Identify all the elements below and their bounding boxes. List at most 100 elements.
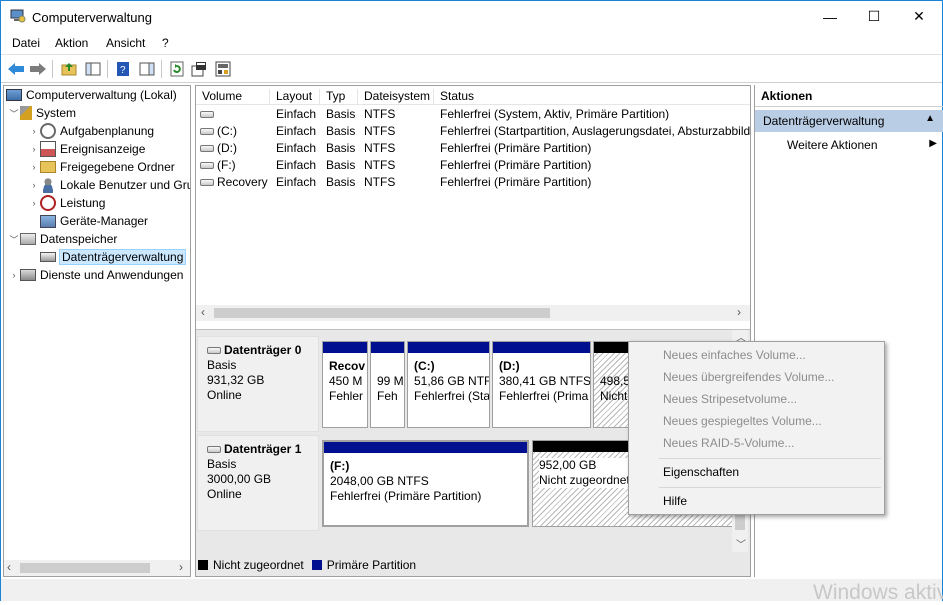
disk-settings-button[interactable] [213,59,233,79]
users-icon [40,177,56,193]
menu-datei[interactable]: Datei [12,36,40,50]
svg-text:?: ? [120,65,126,76]
menu-neues-raid5-volume[interactable]: Neues RAID-5-Volume... [663,436,794,450]
collapse-up-icon[interactable]: ▲ [925,113,935,124]
tree-item-ereignisanzeige[interactable]: › Ereignisanzeige [28,140,145,158]
scroll-left-icon[interactable]: ‹ [201,305,205,319]
maximize-button[interactable]: ☐ [851,1,897,32]
shared-folder-icon [40,161,56,173]
scroll-thumb[interactable] [214,308,550,318]
tree-item-freigegebene-ordner[interactable]: › Freigegebene Ordner [28,158,175,176]
chevron-right-icon[interactable]: › [28,180,40,190]
action-pane-button[interactable] [137,59,157,79]
chevron-down-icon[interactable]: ﹀ [8,107,20,120]
volume-list-scrollbar[interactable]: ‹ › [196,305,750,321]
close-button[interactable]: ✕ [896,1,942,32]
submenu-arrow-icon: ▶ [929,138,937,149]
actions-header: Aktionen [755,85,943,107]
clock-icon [40,123,56,139]
tree-item-aufgabenplanung[interactable]: › Aufgabenplanung [28,122,154,140]
forward-arrow-icon [30,63,46,75]
status-bar [1,579,942,601]
partition-c[interactable]: (C:) 51,86 GB NTF Fehlerfrei (Sta [407,341,490,428]
chevron-right-icon[interactable]: › [28,198,40,208]
menu-eigenschaften[interactable]: Eigenschaften [663,465,739,479]
volume-row[interactable]: (F:) Einfach Basis NTFS Fehlerfrei (Prim… [196,157,750,174]
volume-icon [200,179,214,187]
back-button[interactable] [6,59,26,79]
volume-icon [200,128,214,136]
volume-row[interactable]: Einfach Basis NTFS Fehlerfrei (System, A… [196,106,750,123]
menu-neues-uebergreifendes-volume[interactable]: Neues übergreifendes Volume... [663,370,834,384]
properties-button[interactable] [189,59,209,79]
menu-bar: Datei Aktion Ansicht ? [1,32,942,54]
window-title: Computerverwaltung [32,10,152,25]
menu-help[interactable]: ? [162,36,169,50]
properties-icon [191,62,206,77]
chevron-right-icon[interactable]: › [28,144,40,154]
activation-watermark: Windows aktiv [813,581,943,604]
column-dateisystem[interactable]: Dateisystem [358,89,434,105]
forward-button[interactable] [28,59,48,79]
scroll-right-icon[interactable]: › [179,560,183,574]
title-bar: Computerverwaltung — ☐ ✕ [1,1,942,32]
menu-ansicht[interactable]: Ansicht [106,36,145,50]
menu-hilfe[interactable]: Hilfe [663,494,687,508]
tree-datenspeicher[interactable]: ﹀ Datenspeicher [8,230,117,248]
chevron-right-icon[interactable]: › [28,162,40,172]
performance-icon [40,195,56,211]
actions-section-datentraegerverwaltung[interactable]: Datenträgerverwaltung ▲ [755,110,943,132]
disk-0-label[interactable]: Datenträger 0 Basis 931,32 GB Online [197,336,319,432]
context-menu: Neues einfaches Volume... Neues übergrei… [628,341,885,515]
computer-management-icon [6,89,22,101]
disk-settings-icon [215,61,231,77]
chevron-right-icon[interactable]: › [8,270,20,280]
show-hide-tree-button[interactable] [83,59,103,79]
scroll-right-icon[interactable]: › [737,305,741,319]
tree-item-leistung[interactable]: › Leistung [28,194,105,212]
tree-horizontal-scrollbar[interactable]: ‹ › [4,560,190,576]
tree-item-datentraegerverwaltung[interactable]: Datenträgerverwaltung [28,248,187,266]
device-manager-icon [40,214,56,228]
menu-neues-stripesetvolume[interactable]: Neues Stripesetvolume... [663,392,797,406]
volume-icon [200,162,214,170]
help-button[interactable]: ? [113,59,133,79]
column-typ[interactable]: Typ [320,89,358,105]
disk-icon [207,446,221,454]
action-pane-icon [139,62,155,76]
scroll-left-icon[interactable]: ‹ [7,560,11,574]
partition-f[interactable]: (F:) 2048,00 GB NTFS Fehlerfrei (Primäre P… [322,440,529,527]
refresh-button[interactable] [167,59,187,79]
tree-system[interactable]: ﹀ System [8,104,76,122]
tree-dienste[interactable]: › Dienste und Anwendungen [8,266,184,284]
event-viewer-icon [40,141,56,157]
partition-d[interactable]: (D:) 380,41 GB NTFS Fehlerfrei (Prima [492,341,591,428]
scroll-down-icon[interactable]: ﹀ [736,536,746,551]
minimize-button[interactable]: — [807,1,853,32]
menu-neues-gespiegeltes-volume[interactable]: Neues gespiegeltes Volume... [663,414,822,428]
up-folder-button[interactable] [59,59,79,79]
tree-root[interactable]: Computerverwaltung (Lokal) [6,86,177,104]
computer-management-icon [10,9,26,23]
menu-aktion[interactable]: Aktion [55,36,88,50]
volume-row[interactable]: Recovery Einfach Basis NTFS Fehlerfrei (… [196,174,750,191]
menu-separator [659,458,881,459]
tools-icon [20,106,32,120]
column-volume[interactable]: Volume [196,89,270,105]
menu-neues-einfaches-volume[interactable]: Neues einfaches Volume... [663,348,806,362]
partition-recovery[interactable]: Recov 450 M Fehler [322,341,368,428]
chevron-right-icon[interactable]: › [28,126,40,136]
volume-row[interactable]: (D:) Einfach Basis NTFS Fehlerfrei (Prim… [196,140,750,157]
console-tree: Computerverwaltung (Lokal) ﹀ System › Au… [3,85,191,577]
column-status[interactable]: Status [434,89,750,105]
scroll-thumb[interactable] [20,563,150,573]
disk-1-label[interactable]: Datenträger 1 Basis 3000,00 GB Online [197,435,319,531]
chevron-down-icon[interactable]: ﹀ [8,233,20,246]
legend: Nicht zugeordnet Primäre Partition [198,558,416,572]
tree-item-geraete-manager[interactable]: Geräte-Manager [28,212,148,230]
column-layout[interactable]: Layout [270,89,320,105]
weitere-aktionen-item[interactable]: Weitere Aktionen ▶ [755,135,943,155]
tree-item-lokale-benutzer[interactable]: › Lokale Benutzer und Gruppen [28,176,190,194]
partition-system[interactable]: 99 M Feh [370,341,405,428]
volume-row[interactable]: (C:) Einfach Basis NTFS Fehlerfrei (Star… [196,123,750,140]
